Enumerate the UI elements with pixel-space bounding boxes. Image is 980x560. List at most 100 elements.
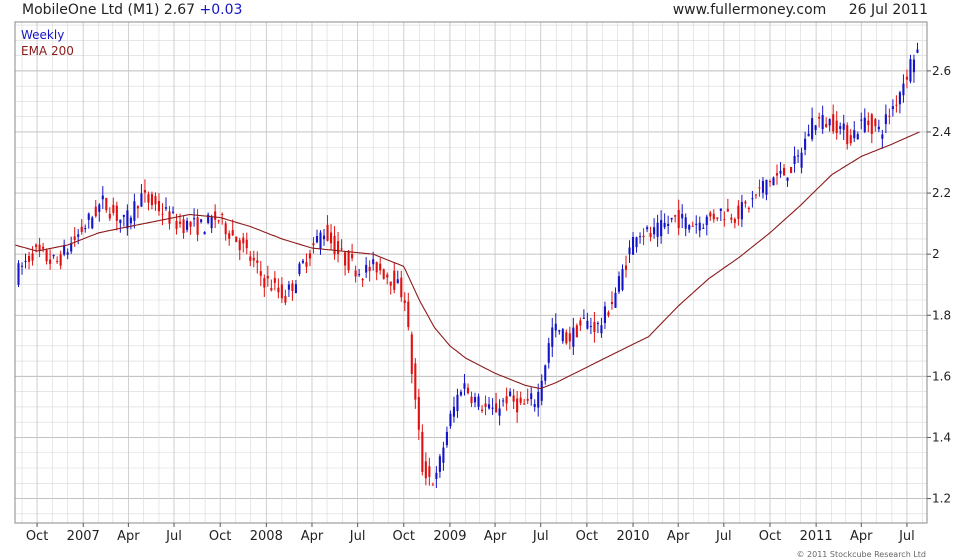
candle-body (193, 218, 196, 220)
x-tick-label: Apr (850, 529, 873, 544)
candle-body (386, 274, 389, 278)
candle-body (20, 265, 24, 267)
x-tick-label: Jul (165, 529, 182, 544)
candle-body (266, 276, 269, 279)
candle-body (888, 115, 891, 117)
candle-body (249, 256, 252, 261)
candle-body (740, 202, 743, 220)
x-tick-label: Oct (393, 529, 415, 544)
candle-body (660, 220, 663, 237)
candle-body (442, 447, 445, 463)
x-tick-label: 2007 (67, 529, 100, 544)
candle-body (129, 217, 132, 224)
candle-body (224, 223, 227, 235)
candle-body (867, 120, 870, 126)
candle-body (607, 312, 610, 316)
candle-body (108, 213, 111, 219)
candle-body (203, 232, 206, 235)
candle-body (49, 259, 52, 264)
candle-body (164, 207, 168, 209)
candle-body (530, 393, 533, 400)
candle-body (709, 212, 712, 217)
candle-body (610, 301, 614, 305)
candle-body (221, 214, 224, 216)
candle-body (200, 219, 203, 223)
candle-body (238, 240, 241, 251)
candle-body (575, 325, 578, 338)
candle-body (526, 399, 529, 401)
candle-body (663, 222, 666, 228)
legend-ema-200: EMA 200 (21, 44, 74, 58)
candle-body (540, 380, 543, 401)
candle-body (379, 263, 382, 271)
candle-body (242, 237, 245, 244)
candle-body (365, 264, 368, 273)
candle-body (509, 391, 512, 397)
y-tick-label: 1.4 (932, 430, 951, 444)
candle-body (909, 59, 912, 82)
candle-body (143, 189, 146, 193)
candle-body (768, 181, 772, 183)
candle-body (635, 237, 638, 248)
candle-body (642, 235, 645, 238)
candle-body (895, 104, 898, 106)
candle-body (624, 265, 628, 270)
y-tick-label: 1.8 (932, 308, 951, 322)
candle-body (758, 187, 761, 189)
candle-body (344, 252, 347, 266)
candle-body (277, 287, 280, 293)
candle-body (617, 276, 621, 292)
candle-body (147, 194, 150, 203)
candle-body (800, 152, 803, 168)
candle-body (874, 119, 877, 127)
candle-body (24, 260, 27, 262)
copyright: © 2011 Stockcube Research Ltd (796, 550, 926, 559)
candle-body (846, 125, 849, 145)
y-tick-label: 2.4 (932, 125, 951, 139)
candle-body (596, 323, 599, 325)
candle-body (698, 222, 701, 231)
candle-body (315, 236, 319, 243)
candle-body (66, 252, 69, 255)
candle-body (463, 383, 466, 389)
candle-body (547, 343, 550, 363)
candle-body (688, 225, 691, 230)
candle-body (87, 213, 90, 220)
x-tick-label: 2009 (433, 529, 466, 544)
candle-body (157, 200, 161, 212)
candle-body (631, 236, 635, 255)
x-tick-label: Apr (484, 529, 507, 544)
candle-body (136, 206, 139, 209)
candle-body (259, 271, 262, 276)
candle-body (751, 198, 754, 200)
candle-body (891, 106, 894, 110)
candle-body (825, 124, 828, 127)
candle-body (603, 306, 606, 324)
candle-body (695, 223, 698, 225)
candle-body (705, 216, 708, 226)
candle-body (614, 292, 617, 308)
x-tick-label: Oct (26, 529, 48, 544)
candle-body (368, 266, 371, 272)
candle-body (59, 254, 62, 266)
candle-body (477, 396, 480, 407)
candle-body (905, 76, 908, 80)
candle-body (235, 236, 238, 243)
candle-body (853, 130, 856, 139)
candle-body (789, 167, 793, 173)
candle-body (674, 215, 677, 217)
candle-body (639, 236, 642, 238)
candle-body (733, 219, 736, 223)
candle-body (579, 320, 582, 326)
candle-body (214, 211, 217, 220)
candle-body (495, 403, 498, 413)
candle-body (175, 220, 178, 229)
candle-body (284, 296, 287, 303)
candle-body (551, 327, 554, 347)
candle-body (280, 284, 283, 299)
y-tick-label: 1.6 (932, 369, 951, 383)
candle-body (217, 220, 220, 222)
candle-body (828, 119, 831, 126)
candle-body (832, 114, 835, 132)
candle-body (863, 117, 866, 132)
